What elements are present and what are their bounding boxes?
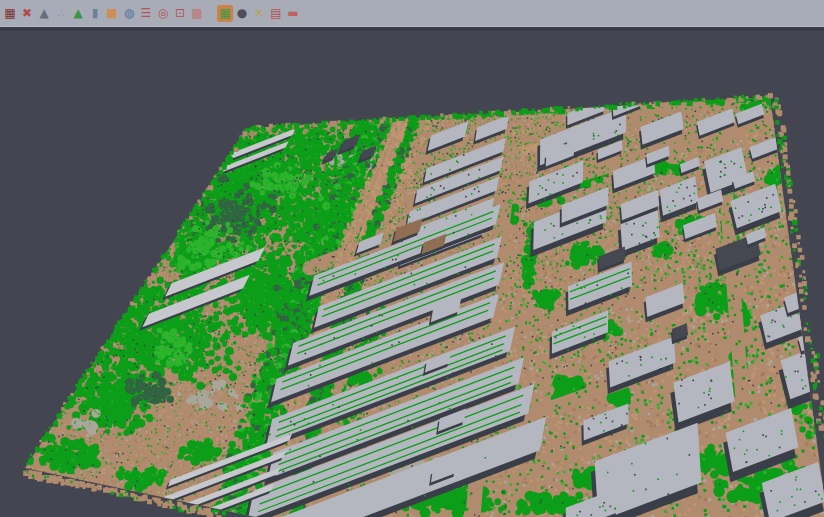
- mountain-icon[interactable]: ▲: [36, 5, 52, 22]
- red-layers-icon[interactable]: ▤: [268, 5, 284, 22]
- pink-checker-icon[interactable]: ▩: [189, 5, 205, 22]
- red-tag-icon[interactable]: ▬: [285, 5, 301, 22]
- red-star-icon[interactable]: ✖: [19, 5, 35, 22]
- globe-icon[interactable]: ◍: [121, 5, 137, 22]
- toolbar: ▦ ✖ ▲ ∴ ▲ ▮ ■ ◍ ☰ ◎ ⊡ ▩ ▦ ● ✕ ▤ ▬: [0, 0, 824, 27]
- green-hill-icon[interactable]: ▲: [70, 5, 86, 22]
- column-icon[interactable]: ▮: [87, 5, 103, 22]
- viewport-3d[interactable]: [0, 0, 824, 517]
- red-target-icon[interactable]: ◎: [155, 5, 171, 22]
- red-crop-icon[interactable]: ⊡: [172, 5, 188, 22]
- maroon-grid-icon[interactable]: ▦: [2, 5, 18, 22]
- points-icon[interactable]: ∴: [53, 5, 69, 22]
- red-list-icon[interactable]: ☰: [138, 5, 154, 22]
- sphere-icon[interactable]: ●: [234, 5, 250, 22]
- orange-square-icon[interactable]: ■: [104, 5, 120, 22]
- classification-map-icon[interactable]: ▦: [217, 5, 233, 22]
- yellow-x-icon[interactable]: ✕: [251, 5, 267, 22]
